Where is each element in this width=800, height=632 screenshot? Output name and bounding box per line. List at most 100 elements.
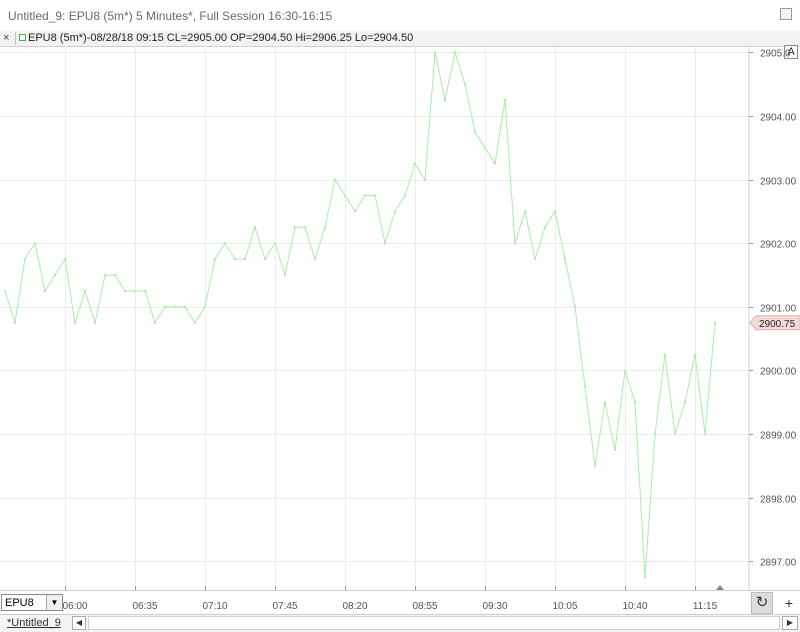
data-point [614,449,616,452]
data-point [114,274,116,277]
data-point [24,258,26,261]
current-price-marker-group: 2900.75 [716,315,800,590]
data-point [464,83,466,86]
price-tick-label: 2898.00 [760,495,797,506]
data-point [564,258,566,261]
data-point [374,194,376,197]
price-tick-label: 2900.00 [760,367,797,378]
data-point [44,289,46,292]
data-info-bar: × EPU8 (5m*)-08/28/18 09:15 CL=2905.00 O… [0,31,800,47]
data-point [54,274,56,277]
data-point [494,162,496,165]
tab-strip: *Untitled_9 ◀ ▶ [0,614,800,632]
data-point [584,385,586,388]
data-point [634,401,636,404]
bottom-toolbar: EPU8 ▼ ↻ + [0,590,800,615]
data-point [554,210,556,213]
scroll-left-button[interactable]: ◀ [72,616,86,630]
data-point [654,433,656,436]
data-point [124,289,126,292]
price-tick-label: 2902.00 [760,240,797,251]
data-point [454,51,456,54]
separator [15,32,16,45]
data-point [94,321,96,324]
horizontal-scrollbar[interactable] [88,616,780,630]
data-point [174,305,176,308]
data-point [434,51,436,54]
data-point [514,242,516,245]
data-point [394,210,396,213]
data-point [74,321,76,324]
data-point [354,210,356,213]
price-tick-label: 2899.00 [760,431,797,442]
add-button[interactable]: + [779,592,799,614]
data-point [294,226,296,229]
data-point [154,321,156,324]
refresh-icon: ↻ [755,594,769,611]
window-title: Untitled_9: EPU8 (5m*) 5 Minutes*, Full … [8,9,333,23]
data-point [544,226,546,229]
refresh-button[interactable]: ↻ [751,592,773,614]
data-point [574,305,576,308]
data-point [674,433,676,436]
series-color-swatch [19,34,26,41]
price-tick-label: 2904.00 [760,113,797,124]
instrument-selector[interactable]: EPU8 ▼ [1,594,63,611]
tab-untitled-9[interactable]: *Untitled_9 [7,616,61,631]
data-point [474,130,476,133]
data-point [604,401,606,404]
data-point [334,178,336,181]
data-point [714,321,716,324]
data-point [524,210,526,213]
price-chart[interactable]: 2897.00 2898.00 2899.00 2900.00 2901.00 2902.… [0,46,800,590]
data-point [404,194,406,197]
price-tick-label: 2901.00 [760,304,797,315]
data-point [424,178,426,181]
title-bar: Untitled_9: EPU8 (5m*) 5 Minutes*, Full … [0,0,800,32]
data-point [214,258,216,261]
scroll-right-button[interactable]: ▶ [782,616,798,630]
instrument-value: EPU8 [5,597,34,609]
data-point [324,226,326,229]
plus-icon: + [784,595,794,611]
data-point [34,242,36,245]
data-point [314,258,316,261]
data-point [304,226,306,229]
data-point [684,401,686,404]
data-point [624,369,626,372]
data-point [84,289,86,292]
chevron-down-icon[interactable]: ▼ [46,595,62,610]
data-point [224,242,226,245]
price-axis[interactable]: 2897.00 2898.00 2899.00 2900.00 2901.00 2902.… [749,49,797,569]
data-point [664,353,666,356]
data-point [504,99,506,102]
window-control-button[interactable] [780,8,792,20]
data-point [274,242,276,245]
price-tick-label: 2903.00 [760,177,797,188]
data-point [364,194,366,197]
data-point [204,305,206,308]
price-tick-label: 2905.0 [760,49,791,60]
data-point [414,162,416,165]
price-series [4,50,716,579]
close-icon[interactable]: × [3,31,9,46]
data-point [594,464,596,467]
data-point [134,289,136,292]
grid [0,46,749,590]
data-point [284,274,286,277]
price-tick-label: 2897.00 [760,558,797,569]
data-point [194,321,196,324]
data-point [144,289,146,292]
current-price-label: 2900.75 [759,319,796,330]
data-point [164,305,166,308]
data-point [484,146,486,149]
data-point [64,258,66,261]
data-point [184,305,186,308]
data-point [694,353,696,356]
data-point [14,321,16,324]
data-point [644,576,646,579]
data-point [704,433,706,436]
data-point [104,274,106,277]
data-point [244,258,246,261]
data-point [234,258,236,261]
